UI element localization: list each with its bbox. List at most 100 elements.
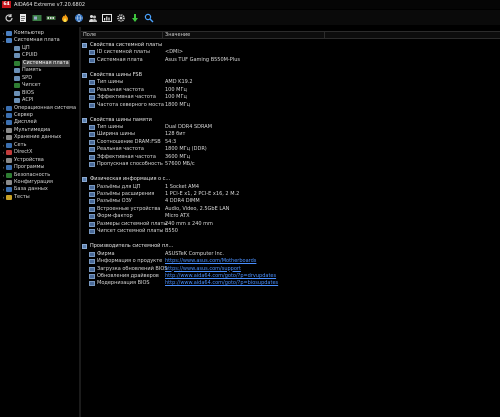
field-name: Разъёмы ОЗУ — [97, 198, 132, 205]
group-label: Свойства системной платы — [90, 42, 163, 48]
window-title: AIDA64 Extreme v7.20.6802 — [14, 1, 86, 8]
tree-item-label: Конфигурация — [14, 179, 53, 185]
tree-item[interactable]: CPUID — [9, 52, 38, 59]
detail-row[interactable]: Тип шины Dual DDR4 SDRAM — [81, 124, 500, 131]
detail-row[interactable]: Соотношение DRAM:FSB 54:3 — [81, 139, 500, 146]
field-name: Загрузка обновлений BIOS — [97, 265, 168, 272]
field-name: Разъёмы для ЦП — [97, 183, 141, 190]
detail-row[interactable]: Эффективная частота 100 МГц — [81, 94, 500, 101]
field-name: Системная плата — [97, 56, 143, 63]
motherboard-icon[interactable] — [32, 13, 42, 23]
memory-icon[interactable] — [46, 13, 56, 23]
detail-row[interactable]: Чипсет системной платы B550 — [81, 228, 500, 235]
field-value: 240 mm x 240 mm — [165, 220, 213, 227]
value-link[interactable]: https://www.asus.com/support — [165, 266, 241, 273]
tree-item-icon — [6, 105, 12, 111]
tree-item-icon — [6, 127, 12, 133]
tree-item-icon — [6, 172, 12, 178]
field-icon — [89, 87, 95, 93]
detail-row[interactable]: Тип шины AMD K19.2 — [81, 79, 500, 86]
tree-item-label: DirectX — [14, 149, 33, 156]
detail-row[interactable]: Реальная частота 100 МГц — [81, 87, 500, 94]
detail-row[interactable]: Разъёмы для ЦП 1 Socket AM4 — [81, 184, 500, 191]
column-header-field[interactable]: Поле — [83, 32, 163, 39]
detail-row[interactable]: Разъёмы ОЗУ 4 DDR4 DIMM — [81, 198, 500, 205]
tree-item[interactable]: › DirectX — [1, 149, 32, 156]
detail-row[interactable]: Размеры системной платы 240 mm x 240 mm — [81, 221, 500, 228]
tree-item[interactable]: › Операционная система — [1, 105, 76, 112]
field-name: Реальная частота — [97, 86, 144, 93]
download-icon[interactable] — [130, 13, 140, 23]
detail-row[interactable]: Встроенные устройства Audio, Video, 2.5Gb… — [81, 206, 500, 213]
tree-item[interactable]: › Устройства — [1, 157, 44, 164]
tree-item[interactable]: › База данных — [1, 186, 48, 193]
benchmark-icon[interactable] — [102, 13, 112, 23]
tree-item[interactable]: › Программы — [1, 164, 44, 171]
group-icon — [82, 43, 87, 48]
detail-row[interactable]: Информация о продукте https://www.asus.co… — [81, 258, 500, 265]
tree-item[interactable]: ⌄ Системная плата — [1, 37, 60, 44]
tree-item[interactable]: SPD — [9, 75, 32, 82]
report-icon[interactable] — [18, 13, 28, 23]
value-link[interactable]: http://www.aida64.com/goto/?p=biosupdate… — [165, 280, 278, 287]
detail-row[interactable]: Фирма ASUSTeK Computer Inc. — [81, 251, 500, 258]
tree-item[interactable]: BIOS — [9, 90, 34, 97]
tree-item-icon — [14, 75, 20, 81]
field-value: 100 МГц — [165, 94, 187, 101]
tree-item[interactable]: ЦП — [9, 45, 30, 52]
value-link[interactable]: http://www.aida64.com/goto/?p=drvupdates — [165, 273, 276, 280]
field-icon — [89, 57, 95, 63]
tree-item-icon — [14, 98, 20, 104]
detail-row[interactable]: Форм-фактор Micro ATX — [81, 213, 500, 220]
network-icon[interactable] — [74, 13, 84, 23]
field-name: Частота северного моста — [97, 101, 164, 108]
detail-row[interactable]: Частота северного моста 1800 МГц — [81, 102, 500, 109]
field-value: 3600 МГц — [165, 153, 191, 160]
tree-item[interactable]: › Хранение данных — [1, 134, 61, 141]
detail-row[interactable]: Системная плата Asus TUF Gaming B550M-Plu… — [81, 57, 500, 64]
group-header: Физическая информация о с... — [81, 176, 500, 183]
flame-icon[interactable] — [60, 13, 70, 23]
gear-icon[interactable] — [116, 13, 126, 23]
tree-item[interactable]: › Тесты — [1, 194, 30, 201]
detail-row[interactable]: Пропускная способность 57600 МБ/с — [81, 161, 500, 168]
column-header-value[interactable]: Значение — [165, 32, 325, 39]
tree-item[interactable]: › Компьютер — [1, 30, 44, 37]
detail-row[interactable]: ID системной платы <DMI> — [81, 49, 500, 56]
field-value: 128 бит — [165, 131, 186, 138]
tree-item[interactable]: › Дисплей — [1, 119, 37, 126]
refresh-icon[interactable] — [4, 13, 14, 23]
group-header: Производитель системной пл... — [81, 243, 500, 250]
tree-item[interactable]: › Сеть — [1, 142, 26, 149]
field-name: Чипсет системной платы — [97, 228, 164, 235]
tree-item[interactable]: Память — [9, 67, 41, 74]
tree-item-label: Системная плата — [22, 59, 70, 67]
tree-item-icon — [6, 157, 12, 163]
field-icon — [89, 139, 95, 145]
field-name: Форм-фактор — [97, 213, 133, 220]
group-icon — [82, 72, 87, 78]
field-icon — [89, 154, 95, 160]
tree-item[interactable]: › Мультимедиа — [1, 127, 50, 134]
tree-item[interactable]: › Безопасность — [1, 172, 50, 179]
tree-item[interactable]: › Сервер — [1, 112, 33, 119]
detail-row[interactable]: Модернизация BIOS http://www.aida64.com/g… — [81, 280, 500, 287]
field-icon — [89, 50, 95, 56]
group-header: Свойства системной платы — [81, 42, 500, 49]
field-name: Эффективная частота — [97, 94, 156, 101]
detail-row[interactable]: Разъёмы расширения 1 PCI-E x1, 2 PCI-E x1… — [81, 191, 500, 198]
detail-row[interactable]: Обновления драйверов http://www.aida64.co… — [81, 273, 500, 280]
detail-row[interactable]: Реальная частота 1800 МГц (DDR) — [81, 146, 500, 153]
detail-row[interactable]: Эффективная частота 3600 МГц — [81, 154, 500, 161]
tree-item-icon — [6, 194, 12, 200]
search-icon[interactable] — [144, 13, 154, 23]
users-icon[interactable] — [88, 13, 98, 23]
tree-item[interactable]: › Конфигурация — [1, 179, 53, 186]
detail-row[interactable]: Загрузка обновлений BIOS https://www.asus… — [81, 266, 500, 273]
tree-item[interactable]: Чипсет — [9, 82, 41, 89]
value-link[interactable]: https://www.asus.com/Motherboards — [165, 258, 256, 265]
tree-item[interactable]: ACPI — [9, 97, 33, 104]
tree-item[interactable]: Системная плата — [9, 59, 70, 67]
detail-row[interactable]: Ширина шины 128 бит — [81, 131, 500, 138]
tree-item-icon — [6, 112, 12, 118]
